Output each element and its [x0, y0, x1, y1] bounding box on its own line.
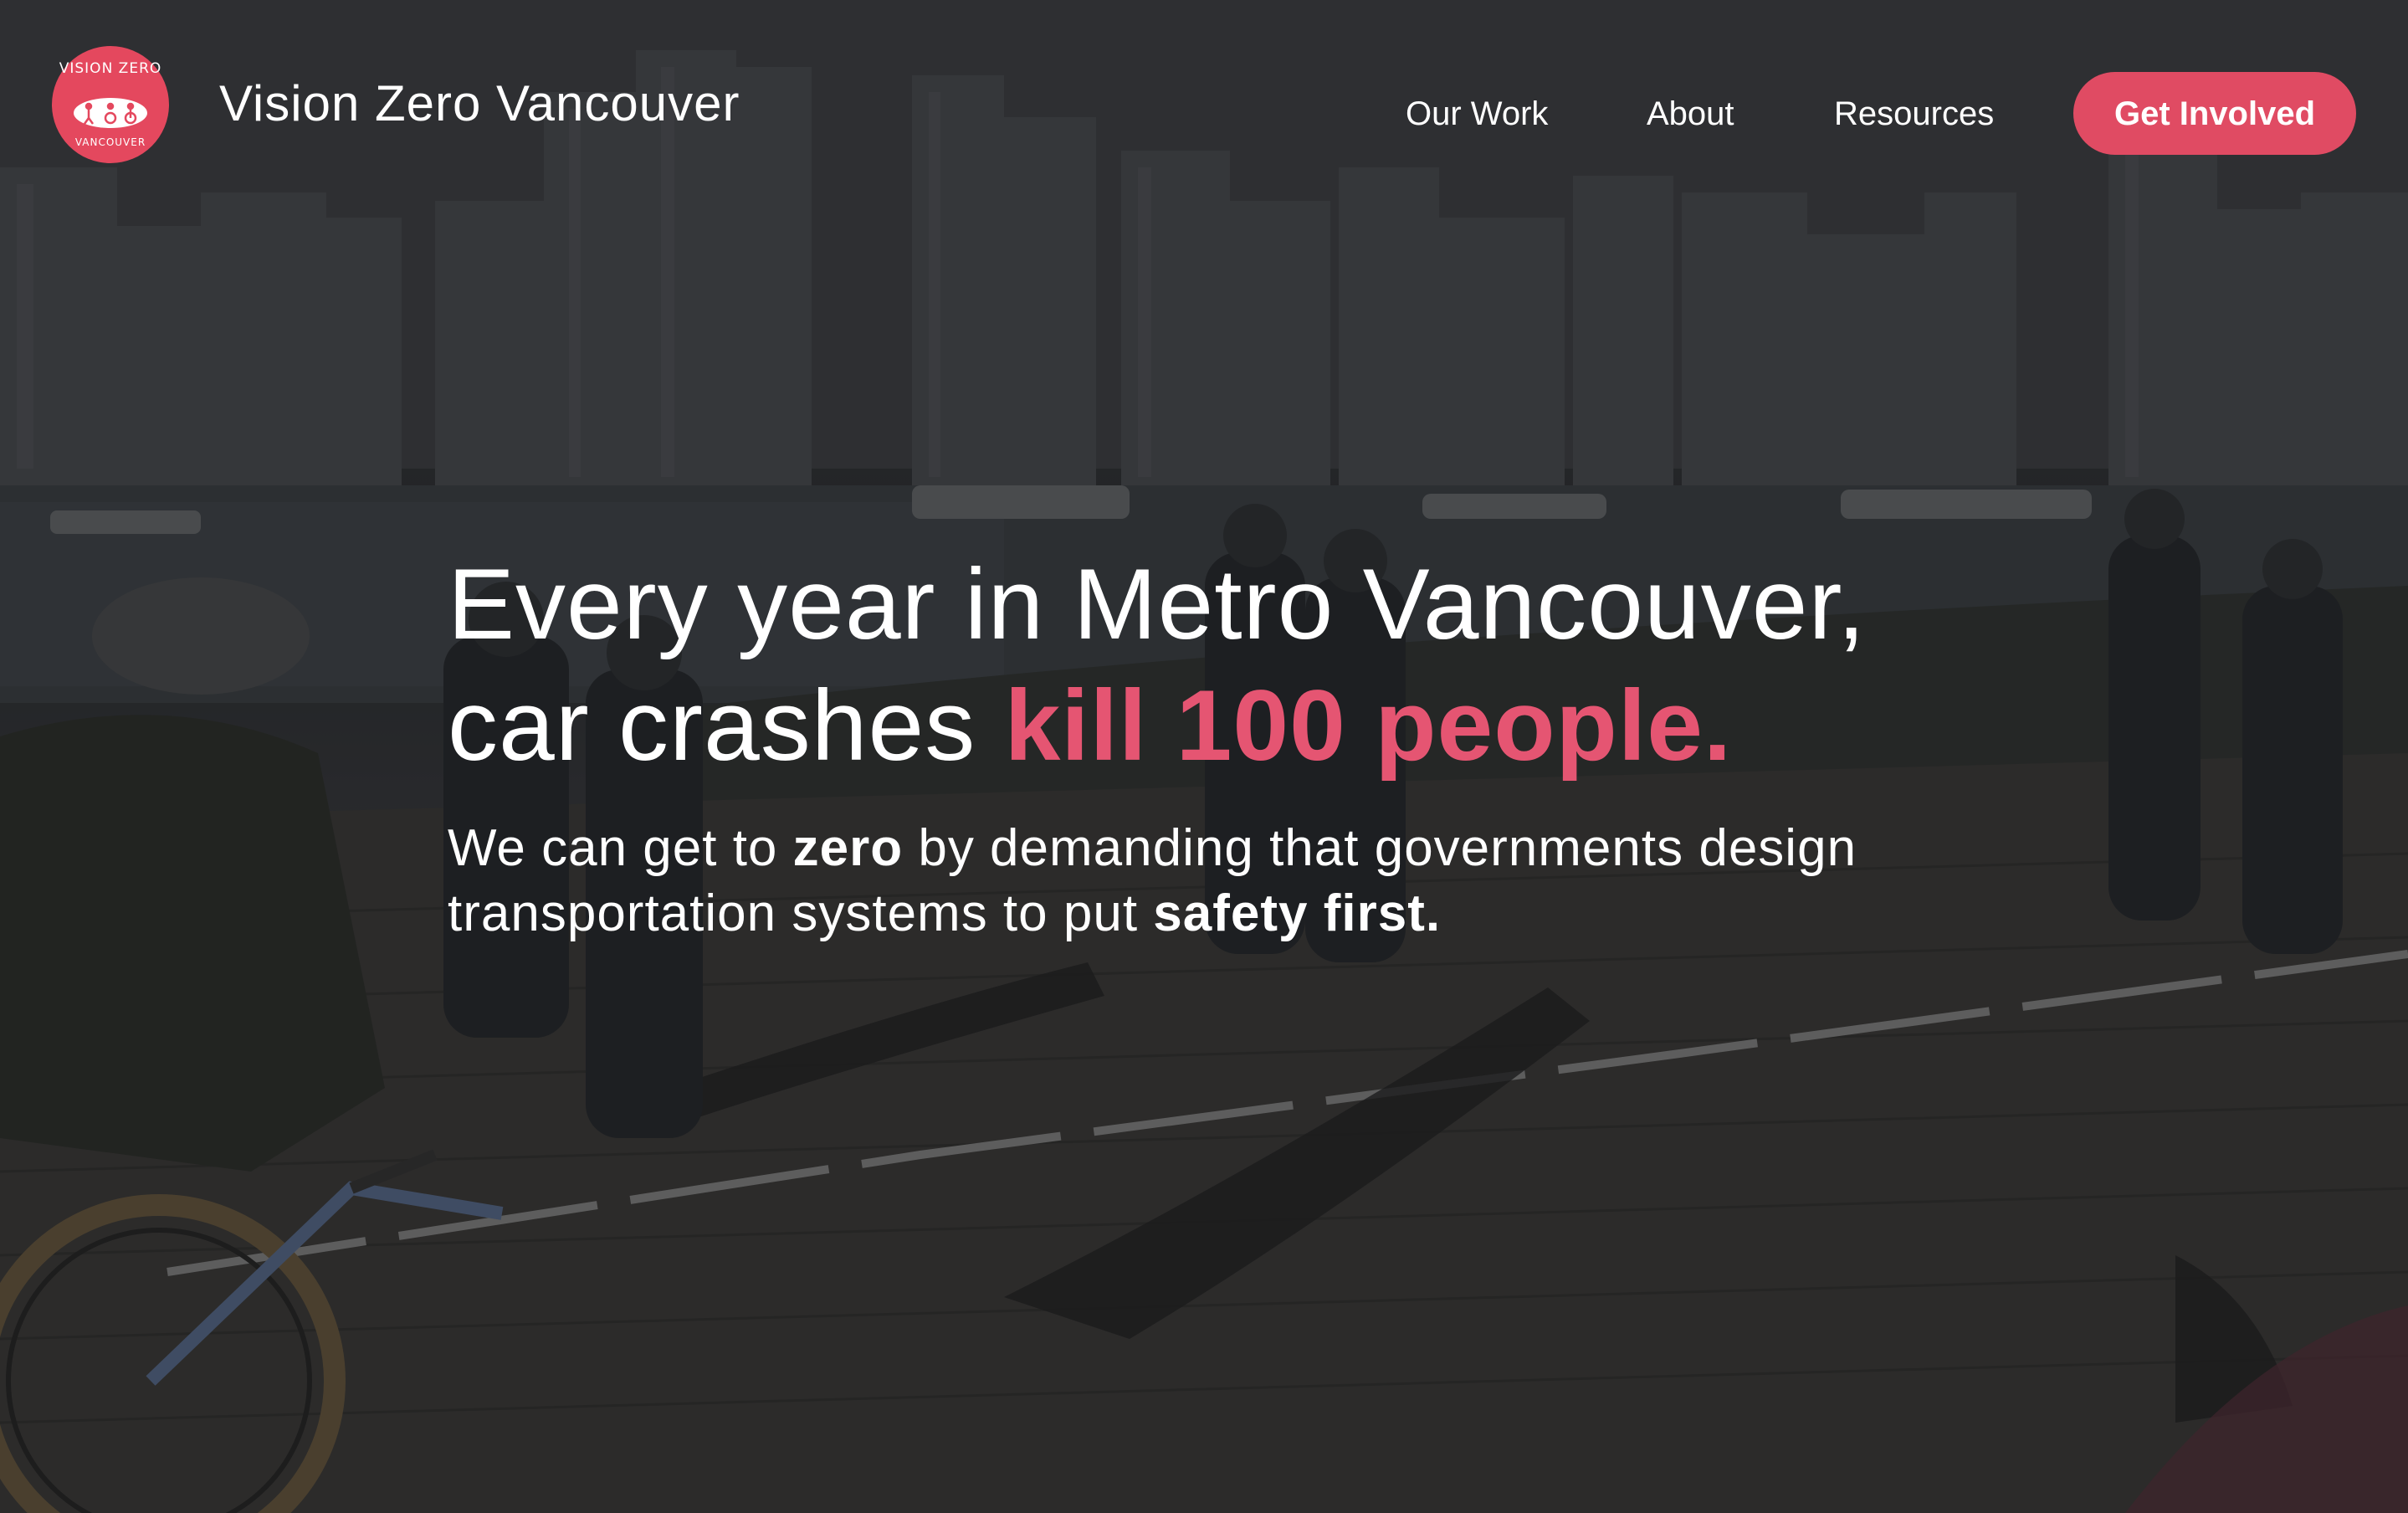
subhead-text-1: We can get to: [448, 819, 793, 877]
logo-bottom-text: VANCOUVER: [74, 136, 146, 148]
hero-section: VISION ZERO VANCOUVER Vision Zero Vancou…: [0, 0, 2408, 1513]
headline-line-2-prefix: car crashes: [448, 669, 1005, 782]
hero-subhead: We can get to zero by demanding that gov…: [448, 816, 2079, 946]
headline-accent: kill 100 people.: [1004, 669, 1733, 782]
subhead-line-2: transportation systems to put safety fir…: [448, 881, 2079, 946]
headline-line-1: Every year in Metro Vancouver,: [448, 548, 1867, 660]
subhead-text-2: by demanding that governments design: [903, 819, 1857, 877]
logo-top-text: VISION ZERO: [59, 60, 162, 77]
subhead-text-3: transportation systems to put: [448, 885, 1154, 942]
subhead-bold-zero: zero: [792, 819, 904, 877]
logo[interactable]: VISION ZERO VANCOUVER: [52, 46, 169, 163]
site-name[interactable]: Vision Zero Vancouver: [219, 74, 740, 134]
subhead-bold-safety: safety first.: [1153, 885, 1442, 942]
logo-figures-icon: [74, 98, 147, 128]
subhead-line-1: We can get to zero by demanding that gov…: [448, 816, 2079, 881]
nav-about[interactable]: About: [1647, 92, 1734, 136]
nav-resources[interactable]: Resources: [1834, 92, 1994, 136]
nav-our-work[interactable]: Our Work: [1406, 92, 1548, 136]
hero-headline: Every year in Metro Vancouver, car crash…: [448, 544, 2037, 787]
get-involved-button[interactable]: Get Involved: [2073, 72, 2356, 155]
headline-line-2: car crashes kill 100 people.: [448, 665, 2037, 787]
